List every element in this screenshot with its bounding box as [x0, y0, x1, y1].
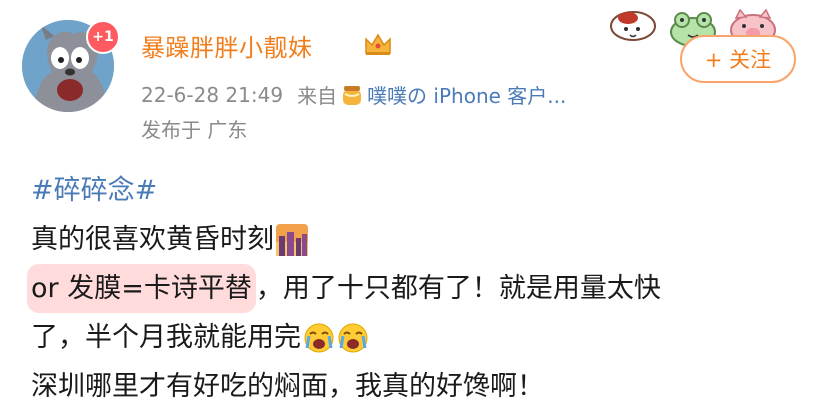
post-line: or 发膜=卡诗平替 ，用了十只都有了！就是用量太快 [27, 264, 661, 313]
post-line: 真的很喜欢黄昏时刻 [31, 215, 661, 264]
post-text: 了，半个月我就能用完 [31, 322, 301, 353]
post-text: ，用了十只都有了！就是用量太快 [255, 273, 661, 304]
crying-face-emoji [303, 322, 335, 354]
timestamp: 22-6-28 21:49 [141, 82, 284, 107]
highlighted-text: or 发膜=卡诗平替 [27, 264, 256, 313]
post-meta: 22-6-28 21:49 来自 噗噗の iPhone 客户... [141, 80, 566, 109]
honey-jar-icon [343, 85, 362, 105]
post-body: #碎碎念# 真的很喜欢黄昏时刻 or 发膜=卡诗平替 ，用了十只都有了！就是用量… [27, 166, 661, 411]
hashtag-link[interactable]: #碎碎念# [31, 166, 157, 215]
source-app-link[interactable]: 噗噗の iPhone 客户... [367, 80, 566, 109]
crying-face-emoji [337, 322, 369, 354]
source-prefix: 来自 [297, 84, 338, 108]
post-text: 深圳哪里才有好吃的焖面，我真的好馋啊！ [31, 371, 544, 402]
mushroom-sticker-icon [606, 8, 660, 48]
post-line: 了，半个月我就能用完 [31, 313, 661, 362]
crown-icon [365, 33, 391, 55]
post-location: 发布于 广东 [141, 118, 248, 142]
sunset-city-emoji [276, 223, 308, 256]
post-line: 深圳哪里才有好吃的焖面，我真的好馋啊！ [31, 362, 661, 411]
post-line: #碎碎念# [31, 166, 661, 215]
post-text: 真的很喜欢黄昏时刻 [31, 224, 274, 255]
avatar-badge: +1 [86, 20, 120, 54]
username[interactable]: 暴躁胖胖小靓妹 [141, 28, 313, 63]
follow-button[interactable]: + 关注 [680, 35, 796, 83]
